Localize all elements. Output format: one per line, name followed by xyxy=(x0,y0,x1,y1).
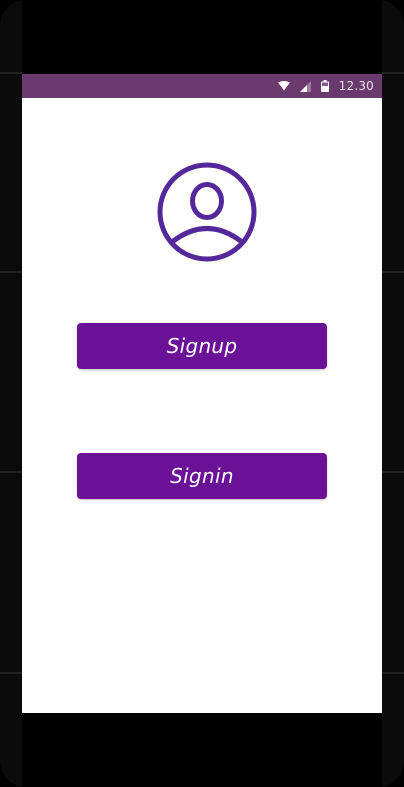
battery-icon xyxy=(320,80,329,92)
wifi-icon xyxy=(277,81,290,91)
user-profile-icon xyxy=(155,160,259,264)
frame-line xyxy=(382,72,404,74)
device-frame: 12.30 Signup Signin xyxy=(0,0,404,787)
device-bottom-bezel xyxy=(22,713,382,787)
device-top-bezel xyxy=(22,0,382,74)
frame-line xyxy=(382,271,404,273)
status-icons: 12.30 xyxy=(277,74,374,98)
status-bar: 12.30 xyxy=(22,74,382,98)
frame-line xyxy=(0,471,22,473)
frame-line xyxy=(382,672,404,674)
frame-line xyxy=(382,471,404,473)
frame-line xyxy=(0,672,22,674)
signin-button[interactable]: Signin xyxy=(77,453,327,499)
frame-line xyxy=(0,271,22,273)
signup-button[interactable]: Signup xyxy=(77,323,327,369)
cellular-signal-icon xyxy=(299,80,311,92)
frame-line xyxy=(0,72,22,74)
app-screen: 12.30 Signup Signin xyxy=(22,74,382,713)
status-time: 12.30 xyxy=(338,79,374,93)
